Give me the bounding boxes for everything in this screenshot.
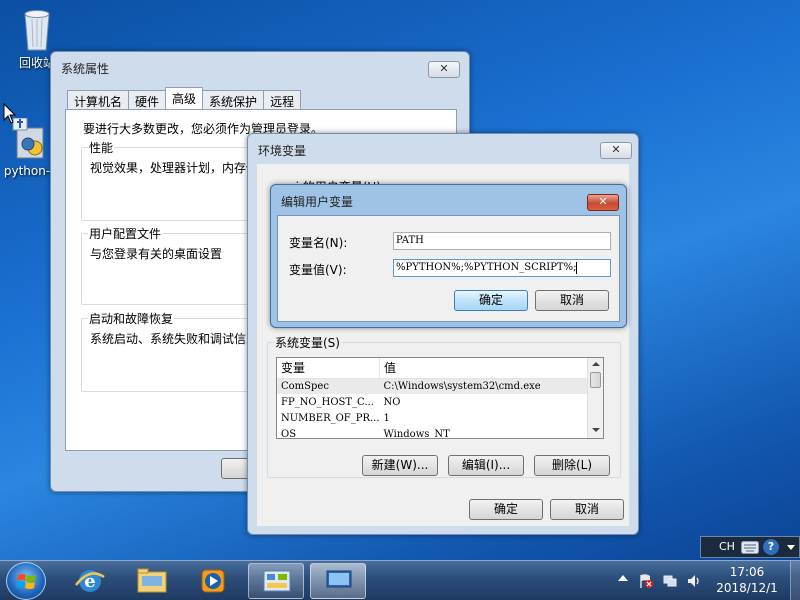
button-label: 确定 <box>493 502 518 516</box>
action-center-flag-icon[interactable] <box>638 573 654 589</box>
button-label: 新建(W)... <box>371 458 429 472</box>
edit-user-variable-dialog: 编辑用户变量 ✕ 变量名(N): PATH 变量值(V): %PYTHON%;%… <box>270 184 627 328</box>
var-value: NO <box>383 396 401 408</box>
internet-explorer-icon: e <box>75 570 105 592</box>
close-icon: ✕ <box>598 195 608 208</box>
cancel-button[interactable]: 取消 <box>535 290 609 311</box>
tab-label: 硬件 <box>135 95 160 109</box>
button-label: 删除(L) <box>551 458 593 472</box>
new-variable-button[interactable]: 新建(W)... <box>362 455 438 476</box>
table-row[interactable]: OS Windows_NT <box>277 426 592 439</box>
var-name: ComSpec <box>281 380 329 392</box>
close-button[interactable]: ✕ <box>428 61 460 78</box>
taskbar-file-explorer[interactable] <box>124 563 180 599</box>
help-button[interactable]: ? <box>763 539 779 555</box>
var-name: OS <box>281 428 297 439</box>
close-button[interactable]: ✕ <box>600 142 632 159</box>
tab-label: 远程 <box>270 95 295 109</box>
taskbar-media-player[interactable] <box>186 563 242 599</box>
start-button[interactable] <box>6 562 46 600</box>
scroll-down-icon[interactable] <box>592 428 600 432</box>
window-title: 系统属性 <box>61 62 110 76</box>
variable-value-text: %PYTHON%;%PYTHON_SCRIPT%; <box>396 262 577 273</box>
taskbar: e 17:06 2018/12/1 <box>0 560 800 600</box>
help-icon: ? <box>767 540 775 553</box>
volume-icon[interactable] <box>686 573 702 589</box>
close-button[interactable]: ✕ <box>587 194 619 211</box>
group-text: 与您登录有关的桌面设置 <box>90 247 223 261</box>
tab-label: 高级 <box>172 92 197 106</box>
table-row[interactable]: NUMBER_OF_PR... 1 <box>277 410 592 426</box>
table-row[interactable]: FP_NO_HOST_C... NO <box>277 394 592 410</box>
media-player-icon <box>201 569 225 593</box>
group-caption: 启动和故障恢复 <box>88 310 175 327</box>
clock[interactable]: 17:06 2018/12/1 <box>708 564 786 596</box>
system-vars-list[interactable]: 变量 值 ComSpec C:\Windows\system32\cmd.exe… <box>276 357 604 439</box>
tab-label: 计算机名 <box>74 95 123 109</box>
vertical-scrollbar[interactable] <box>587 358 603 438</box>
clock-time: 17:06 <box>729 565 765 579</box>
clock-date: 2018/12/1 <box>716 581 778 595</box>
button-label: 取消 <box>574 502 599 516</box>
desktop-icon-label: python- <box>3 164 51 178</box>
variable-name-label: 变量名(N): <box>289 236 348 250</box>
language-indicator[interactable]: CH <box>719 540 735 553</box>
show-hidden-icons-button[interactable] <box>618 575 628 581</box>
tab-computer-name[interactable]: 计算机名 <box>67 90 130 109</box>
taskbar-control-panel[interactable] <box>248 563 304 599</box>
delete-variable-button[interactable]: 删除(L) <box>534 455 610 476</box>
scrollbar-thumb[interactable] <box>590 372 601 388</box>
window-title: 编辑用户变量 <box>281 195 354 209</box>
window-title: 环境变量 <box>258 144 307 158</box>
tab-advanced[interactable]: 高级 <box>165 87 204 109</box>
recycle-bin-icon <box>20 6 54 52</box>
tab-system-protection[interactable]: 系统保护 <box>202 90 265 109</box>
taskbar-system-properties[interactable] <box>310 563 366 599</box>
var-value: 1 <box>383 412 390 424</box>
keyboard-icon[interactable] <box>741 541 759 554</box>
text-cursor <box>576 261 578 274</box>
folder-icon <box>137 568 167 593</box>
var-name: NUMBER_OF_PR... <box>281 412 380 424</box>
close-icon: ✕ <box>611 143 621 156</box>
variable-name-field[interactable]: PATH <box>393 232 611 250</box>
column-header-variable[interactable]: 变量 <box>277 358 381 378</box>
dialog-body: 变量名(N): PATH 变量值(V): %PYTHON%;%PYTHON_SC… <box>277 215 620 322</box>
group-text: 系统启动、系统失败和调试信息 <box>90 332 259 346</box>
variable-value-field[interactable]: %PYTHON%;%PYTHON_SCRIPT%; <box>393 259 611 277</box>
language-bar-options-icon[interactable] <box>787 545 795 550</box>
tab-strip: 计算机名 硬件 高级 系统保护 远程 <box>67 87 302 109</box>
button-label: 取消 <box>559 293 584 307</box>
var-value: C:\Windows\system32\cmd.exe <box>383 380 541 392</box>
variable-value-label: 变量值(V): <box>289 263 347 277</box>
table-row[interactable]: ComSpec C:\Windows\system32\cmd.exe <box>277 378 592 394</box>
cancel-button[interactable]: 取消 <box>550 499 624 520</box>
control-panel-icon <box>263 570 291 592</box>
close-icon: ✕ <box>439 62 449 75</box>
system-vars-group: 系统变量(S) 变量 值 ComSpec C:\Windows\system32… <box>267 334 621 478</box>
windows-logo-icon <box>16 574 36 589</box>
group-caption: 性能 <box>88 139 115 156</box>
mouse-cursor-icon <box>3 103 17 124</box>
network-icon[interactable] <box>662 573 678 589</box>
language-bar: CH ? <box>700 536 800 558</box>
var-name: FP_NO_HOST_C... <box>281 396 374 408</box>
show-desktop-button[interactable] <box>790 561 800 600</box>
edit-variable-button[interactable]: 编辑(I)... <box>448 455 524 476</box>
taskbar-internet-explorer[interactable]: e <box>62 563 118 599</box>
tab-hardware[interactable]: 硬件 <box>128 90 167 109</box>
group-caption: 用户配置文件 <box>88 225 163 242</box>
tab-remote[interactable]: 远程 <box>263 90 302 109</box>
tab-label: 系统保护 <box>209 95 258 109</box>
button-label: 确定 <box>478 293 503 307</box>
ok-button[interactable]: 确定 <box>469 499 543 520</box>
button-label: 编辑(I)... <box>461 458 511 472</box>
group-text: 视觉效果，处理器计划，内存使 <box>90 161 259 175</box>
var-value: Windows_NT <box>383 428 450 439</box>
ok-button[interactable]: 确定 <box>454 290 528 311</box>
scroll-up-icon[interactable] <box>592 362 600 366</box>
computer-icon <box>326 570 352 593</box>
column-header-value[interactable]: 值 <box>380 358 592 378</box>
group-caption: 系统变量(S) <box>274 334 341 351</box>
